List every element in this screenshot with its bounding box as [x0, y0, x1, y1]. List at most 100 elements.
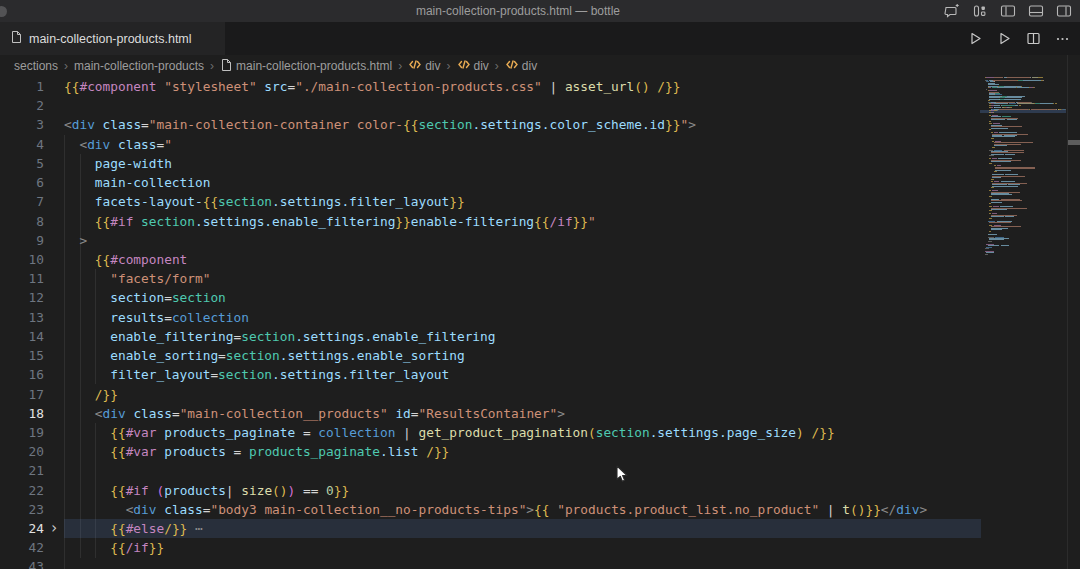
line-number: 43 — [0, 557, 44, 569]
code-line-21[interactable]: 21 — [0, 461, 981, 480]
line-number: 18 — [0, 404, 44, 423]
minimap-line — [991, 161, 1011, 162]
minimap[interactable] — [985, 0, 1066, 569]
code-line-18[interactable]: 18 <div class="main-collection__products… — [0, 404, 981, 423]
line-number: 16 — [0, 365, 44, 384]
minimap-line — [1002, 105, 1014, 106]
minimap-line — [991, 187, 994, 188]
minimap-line — [1040, 103, 1054, 104]
code-line-2[interactable]: 2 — [0, 96, 981, 115]
minimap-line — [989, 129, 991, 130]
breadcrumb-label: div — [474, 59, 489, 73]
chat-sparkle-icon[interactable] — [944, 3, 960, 19]
line-number: 7 — [0, 192, 44, 211]
code-line-13[interactable]: 13 results=collection — [0, 308, 981, 327]
code-line-4[interactable]: 4 <div class=" — [0, 135, 981, 154]
code-line-6[interactable]: 6 main-collection — [0, 173, 981, 192]
code-text: results=collection — [64, 310, 249, 325]
minimap-line — [1001, 245, 1010, 246]
code-line-3[interactable]: 3<div class="main-collection-container c… — [0, 115, 981, 134]
code-line-43[interactable]: 43 — [0, 557, 981, 569]
code-line-24[interactable]: 24› {{#else/}} ⋯ — [0, 519, 981, 538]
file-icon — [220, 58, 233, 75]
code-text: {{#component — [64, 252, 187, 267]
minimap-line — [991, 128, 1008, 129]
run-icon[interactable] — [967, 31, 983, 47]
code-line-23[interactable]: 23 <div class="body3 main-collection__no… — [0, 500, 981, 519]
minimap-line — [1007, 119, 1017, 120]
code-text: "facets/form" — [64, 271, 210, 286]
breadcrumb-item-div[interactable]: div — [408, 58, 440, 74]
code-text: <div class="main-collection-container co… — [64, 117, 696, 132]
mouse-cursor — [616, 465, 629, 484]
tab-bar: main-collection-products.html — [0, 22, 1080, 55]
code-line-8[interactable]: 8 {{#if section.settings.enable_filterin… — [0, 212, 981, 231]
code-text: <div class="main-collection__products" i… — [64, 406, 565, 421]
code-line-1[interactable]: 1{{#component "stylesheet" src="./main-c… — [0, 77, 981, 96]
breadcrumb-item-div[interactable]: div — [457, 58, 489, 74]
code-line-20[interactable]: 20 {{#var products = products_paginate.l… — [0, 442, 981, 461]
fold-chevron-icon[interactable]: › — [44, 519, 64, 538]
minimap-line — [989, 222, 1011, 223]
minimap-line — [1040, 77, 1042, 78]
code-line-16[interactable]: 16 filter_layout=section.settings.filter… — [0, 365, 981, 384]
code-line-15[interactable]: 15 enable_sorting=section.settings.enabl… — [0, 346, 981, 365]
minimap-line — [993, 80, 1017, 81]
code-text: main-collection — [64, 175, 210, 190]
line-number: 5 — [0, 154, 44, 173]
code-line-10[interactable]: 10 {{#component — [0, 250, 981, 269]
line-number: 10 — [0, 250, 44, 269]
code-line-17[interactable]: 17 /}} — [0, 385, 981, 404]
minimap-line — [995, 170, 1011, 171]
symbol-element-icon — [505, 58, 519, 74]
code-line-19[interactable]: 19 {{#var products_paginate = collection… — [0, 423, 981, 442]
line-number: 11 — [0, 269, 44, 288]
line-number: 8 — [0, 212, 44, 231]
breadcrumb-separator: › — [64, 59, 68, 73]
minimap-line — [1019, 105, 1021, 106]
breadcrumb-item-div[interactable]: div — [505, 58, 537, 74]
code-line-22[interactable]: 22 {{#if (products| size()) == 0}} — [0, 481, 981, 500]
line-number: 15 — [0, 346, 44, 365]
breadcrumb-separator: › — [447, 59, 451, 73]
breadcrumb-item-main-collection-products[interactable]: main-collection-products — [74, 59, 204, 73]
code-text: enable_sorting=section.settings.enable_s… — [64, 348, 465, 363]
minimap-line — [991, 194, 1013, 195]
line-number: 4 — [0, 135, 44, 154]
minimap-line — [992, 136, 1015, 137]
line-number: 21 — [0, 461, 44, 480]
title-bar: main-collection-products.html — bottle — [0, 0, 1080, 22]
code-line-14[interactable]: 14 enable_filtering=section.settings.ena… — [0, 327, 981, 346]
editor[interactable]: 1{{#component "stylesheet" src="./main-c… — [0, 77, 981, 569]
minimap-line — [989, 121, 991, 122]
minimap-line — [997, 87, 1016, 88]
tab-main-collection-products[interactable]: main-collection-products.html — [0, 22, 225, 55]
code-text: page-width — [64, 156, 172, 171]
code-line-5[interactable]: 5 page-width — [0, 154, 981, 173]
code-text: <div class="body3 main-collection__no-pr… — [64, 502, 927, 517]
breadcrumb-separator: › — [495, 59, 499, 73]
line-number: 13 — [0, 308, 44, 327]
code-line-42[interactable]: 42 {{/if}} — [0, 538, 981, 557]
code-line-9[interactable]: 9 > — [0, 231, 981, 250]
line-number: 23 — [0, 500, 44, 519]
code-text: {{#var products_paginate = collection | … — [64, 425, 835, 440]
minimap-line — [989, 155, 993, 156]
breadcrumb-item-main-collection-products.html[interactable]: main-collection-products.html — [220, 58, 392, 75]
code-line-11[interactable]: 11 "facets/form" — [0, 269, 981, 288]
minimap-line — [985, 248, 989, 249]
code-line-7[interactable]: 7 facets-layout-{{section.settings.filte… — [0, 192, 981, 211]
code-line-12[interactable]: 12 section=section — [0, 288, 981, 307]
line-number: 42 — [0, 538, 44, 557]
minimap-line — [989, 218, 992, 219]
minimap-line — [991, 202, 1003, 203]
line-number: 17 — [0, 385, 44, 404]
minimap-line — [989, 196, 992, 197]
minimap-line — [991, 216, 1004, 217]
minimap-line — [989, 163, 992, 164]
minimap-line — [988, 241, 992, 242]
breadcrumb-item-sections[interactable]: sections — [14, 59, 58, 73]
line-number: 6 — [0, 173, 44, 192]
minimap-line — [988, 234, 997, 235]
overview-ruler-marker — [1068, 140, 1080, 145]
